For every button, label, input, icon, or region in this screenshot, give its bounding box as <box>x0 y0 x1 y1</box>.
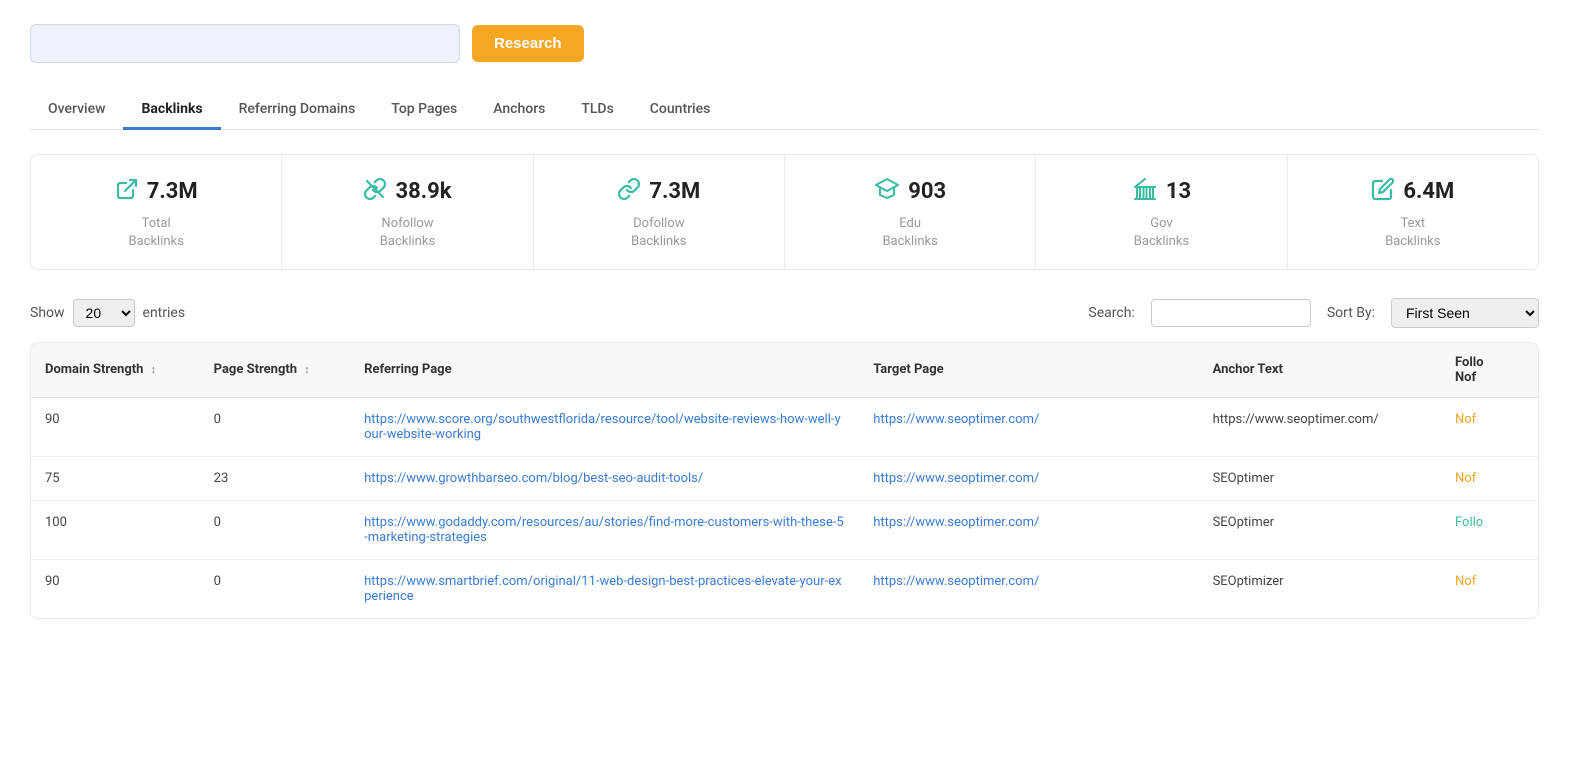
stat-gov-backlinks: 13 GovBacklinks <box>1036 155 1287 269</box>
tab-referring-domains[interactable]: Referring Domains <box>221 91 374 130</box>
th-page-strength[interactable]: Page Strength ↕ <box>200 343 350 398</box>
controls-right: Search: Sort By: First Seen Last Seen Do… <box>1088 298 1539 328</box>
tabs-nav: Overview Backlinks Referring Domains Top… <box>30 91 1539 130</box>
th-domain-strength[interactable]: Domain Strength ↕ <box>31 343 200 398</box>
show-label: Show <box>30 305 65 321</box>
cell-page-strength: 0 <box>200 559 350 618</box>
cell-follow-nofollow: Nof <box>1441 456 1538 500</box>
cell-anchor-text: SEOptimizer <box>1199 559 1441 618</box>
target-page-link[interactable]: https://www.seoptimer.com/ <box>873 574 1039 589</box>
total-backlinks-icon <box>115 177 139 207</box>
cell-domain-strength: 90 <box>31 559 200 618</box>
table-row: 75 23 https://www.growthbarseo.com/blog/… <box>31 456 1538 500</box>
stat-text-backlinks: 6.4M TextBacklinks <box>1288 155 1538 269</box>
stat-nofollow-backlinks: 38.9k NofollowBacklinks <box>282 155 533 269</box>
gov-backlinks-label: GovBacklinks <box>1056 215 1266 251</box>
text-backlinks-value: 6.4M <box>1403 179 1454 204</box>
research-button[interactable]: Research <box>472 25 584 62</box>
cell-follow-nofollow: Nof <box>1441 397 1538 456</box>
cell-referring-page[interactable]: https://www.godaddy.com/resources/au/sto… <box>350 500 859 559</box>
text-backlinks-label: TextBacklinks <box>1308 215 1518 251</box>
search-label: Search: <box>1088 305 1134 321</box>
gov-icon <box>1132 177 1158 207</box>
cell-target-page[interactable]: https://www.seoptimer.com/ <box>859 500 1198 559</box>
cell-target-page[interactable]: https://www.seoptimer.com/ <box>859 397 1198 456</box>
table-row: 100 0 https://www.godaddy.com/resources/… <box>31 500 1538 559</box>
stat-dofollow-backlinks: 7.3M DofollowBacklinks <box>534 155 785 269</box>
dofollow-backlinks-label: DofollowBacklinks <box>554 215 764 251</box>
table-header-row: Domain Strength ↕ Page Strength ↕ Referr… <box>31 343 1538 398</box>
stat-total-backlinks: 7.3M TotalBacklinks <box>31 155 282 269</box>
sortby-select[interactable]: First Seen Last Seen Domain Strength Pag… <box>1391 298 1539 328</box>
sortby-label: Sort By: <box>1327 305 1375 321</box>
target-page-link[interactable]: https://www.seoptimer.com/ <box>873 515 1039 530</box>
cell-referring-page[interactable]: https://www.score.org/southwestflorida/r… <box>350 397 859 456</box>
total-backlinks-label: TotalBacklinks <box>51 215 261 251</box>
page-strength-sort-icon: ↕ <box>304 363 310 376</box>
target-page-link[interactable]: https://www.seoptimer.com/ <box>873 471 1039 486</box>
referring-page-link[interactable]: https://www.growthbarseo.com/blog/best-s… <box>364 471 703 486</box>
tab-overview[interactable]: Overview <box>30 91 123 130</box>
entries-select[interactable]: 20 50 100 <box>73 299 135 327</box>
th-follow-nofollow[interactable]: FolloNof <box>1441 343 1538 398</box>
cell-domain-strength: 100 <box>31 500 200 559</box>
cell-referring-page[interactable]: https://www.growthbarseo.com/blog/best-s… <box>350 456 859 500</box>
target-page-link[interactable]: https://www.seoptimer.com/ <box>873 412 1039 427</box>
nofollow-backlinks-value: 38.9k <box>395 179 451 204</box>
tab-countries[interactable]: Countries <box>632 91 729 130</box>
cell-domain-strength: 75 <box>31 456 200 500</box>
backlinks-table: Domain Strength ↕ Page Strength ↕ Referr… <box>31 343 1538 618</box>
text-backlinks-icon <box>1371 177 1395 207</box>
cell-anchor-text: SEOptimer <box>1199 500 1441 559</box>
referring-page-link[interactable]: https://www.score.org/southwestflorida/r… <box>364 412 840 442</box>
tab-backlinks[interactable]: Backlinks <box>123 91 220 130</box>
cell-domain-strength: 90 <box>31 397 200 456</box>
cell-anchor-text: SEOptimer <box>1199 456 1441 500</box>
th-target-page[interactable]: Target Page <box>859 343 1198 398</box>
total-backlinks-value: 7.3M <box>147 179 198 204</box>
search-input[interactable]: seoptimer.com <box>30 24 460 63</box>
edu-backlinks-label: EduBacklinks <box>805 215 1015 251</box>
cell-follow-nofollow: Nof <box>1441 559 1538 618</box>
dofollow-backlinks-value: 7.3M <box>649 179 700 204</box>
stats-row: 7.3M TotalBacklinks 38.9k NofollowBackli… <box>30 154 1539 270</box>
cell-target-page[interactable]: https://www.seoptimer.com/ <box>859 559 1198 618</box>
cell-anchor-text: https://www.seoptimer.com/ <box>1199 397 1441 456</box>
referring-page-link[interactable]: https://www.godaddy.com/resources/au/sto… <box>364 515 844 545</box>
entries-label: entries <box>143 305 186 321</box>
nofollow-icon <box>363 177 387 207</box>
cell-page-strength: 0 <box>200 500 350 559</box>
edu-icon <box>874 177 900 207</box>
cell-target-page[interactable]: https://www.seoptimer.com/ <box>859 456 1198 500</box>
cell-follow-nofollow: Follo <box>1441 500 1538 559</box>
dofollow-icon <box>617 177 641 207</box>
cell-referring-page[interactable]: https://www.smartbrief.com/original/11-w… <box>350 559 859 618</box>
domain-strength-sort-icon: ↕ <box>151 363 157 376</box>
gov-backlinks-value: 13 <box>1166 179 1191 204</box>
table-row: 90 0 https://www.score.org/southwestflor… <box>31 397 1538 456</box>
search-row: seoptimer.com Research <box>30 24 1539 63</box>
th-referring-page[interactable]: Referring Page <box>350 343 859 398</box>
stat-edu-backlinks: 903 EduBacklinks <box>785 155 1036 269</box>
edu-backlinks-value: 903 <box>908 179 946 204</box>
table-search-input[interactable] <box>1151 299 1311 327</box>
controls-row: Show 20 50 100 entries Search: Sort By: … <box>30 298 1539 328</box>
tab-top-pages[interactable]: Top Pages <box>373 91 475 130</box>
nofollow-backlinks-label: NofollowBacklinks <box>302 215 512 251</box>
backlinks-table-wrapper: Domain Strength ↕ Page Strength ↕ Referr… <box>30 342 1539 619</box>
cell-page-strength: 0 <box>200 397 350 456</box>
tab-anchors[interactable]: Anchors <box>475 91 563 130</box>
table-row: 90 0 https://www.smartbrief.com/original… <box>31 559 1538 618</box>
cell-page-strength: 23 <box>200 456 350 500</box>
th-anchor-text[interactable]: Anchor Text <box>1199 343 1441 398</box>
controls-left: Show 20 50 100 entries <box>30 299 185 327</box>
tab-tlds[interactable]: TLDs <box>563 91 631 130</box>
referring-page-link[interactable]: https://www.smartbrief.com/original/11-w… <box>364 574 841 604</box>
